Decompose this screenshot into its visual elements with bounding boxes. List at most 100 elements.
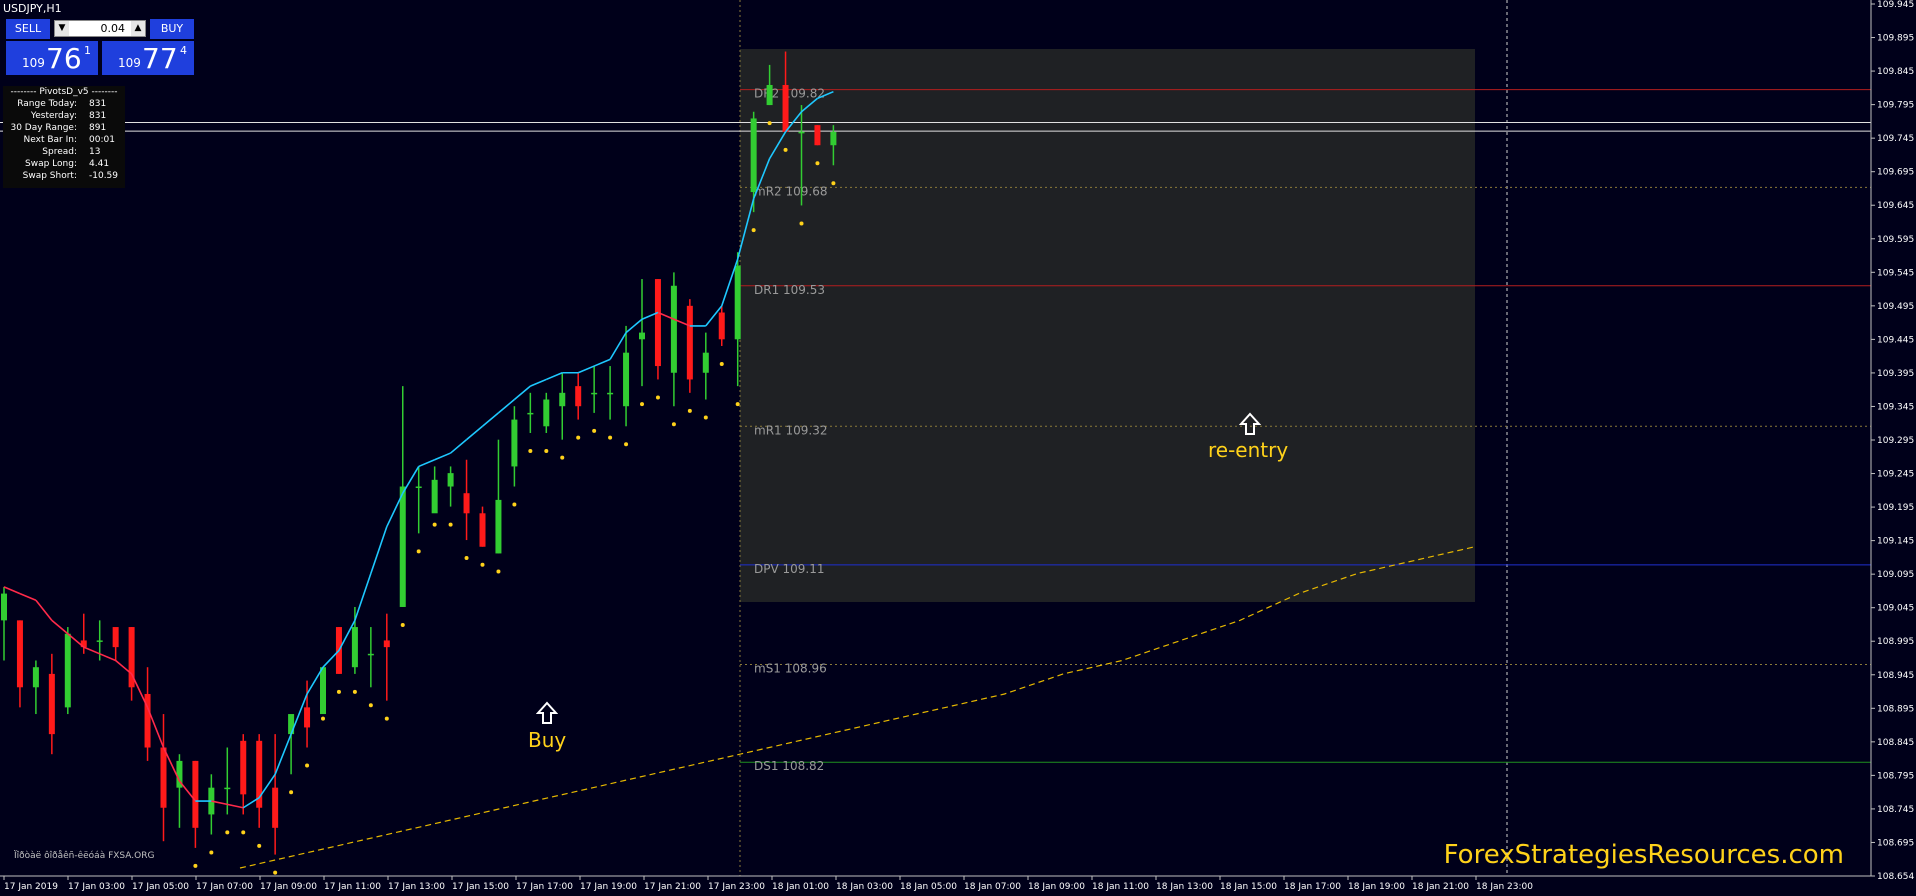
candle-body bbox=[670, 285, 677, 373]
time-tick-label: 17 Jan 07:00 bbox=[196, 882, 253, 892]
moving-average-segment bbox=[513, 385, 531, 401]
time-tick-label: 18 Jan 03:00 bbox=[836, 882, 893, 892]
indicator-dot bbox=[592, 428, 597, 433]
indicator-dot bbox=[815, 161, 820, 166]
indicator-dot bbox=[687, 408, 692, 413]
time-tick-label: 18 Jan 21:00 bbox=[1412, 882, 1469, 892]
sell-price-button[interactable]: 109 76 1 bbox=[6, 41, 98, 75]
price-tick-label: 109.495 bbox=[1877, 302, 1914, 312]
indicator-dot bbox=[336, 689, 341, 694]
candle-body bbox=[32, 667, 39, 688]
sell-button[interactable]: SELL bbox=[6, 19, 50, 39]
buy-price-big: 77 bbox=[142, 42, 178, 75]
moving-average-segment bbox=[450, 439, 468, 454]
indicator-dot bbox=[448, 522, 453, 527]
indicator-dot bbox=[671, 422, 676, 427]
indicator-dot bbox=[783, 147, 788, 152]
pivot-info-row: Next Bar In: 00:01 bbox=[3, 134, 125, 146]
candle-body bbox=[575, 386, 582, 407]
pivot-info-row: Range Today: 831 bbox=[3, 98, 125, 110]
price-tick-label: 109.745 bbox=[1877, 134, 1914, 144]
sell-price-big: 76 bbox=[46, 42, 82, 75]
pivots-info-panel: -------- PivotsD_v5 -------- Range Today… bbox=[3, 86, 125, 188]
up-arrow-icon bbox=[536, 701, 558, 724]
moving-average-segment bbox=[130, 673, 149, 708]
buy-price-sup: 4 bbox=[180, 44, 187, 57]
indicator-dot bbox=[273, 870, 278, 875]
indicator-dot bbox=[432, 522, 437, 527]
price-tick-label: 109.645 bbox=[1877, 201, 1914, 211]
price-tick-label: 108.654 bbox=[1877, 872, 1914, 882]
time-tick-label: 17 Jan 09:00 bbox=[260, 882, 317, 892]
indicator-dot bbox=[209, 850, 214, 855]
pivot-info-value: 831 bbox=[89, 111, 107, 121]
lot-size-input[interactable]: ▼ 0.04 ▲ bbox=[54, 20, 146, 37]
price-tick-label: 109.545 bbox=[1877, 268, 1914, 278]
candle-body bbox=[383, 640, 390, 648]
pivot-label: DS1 108.82 bbox=[754, 759, 824, 773]
pivot-info-key: Swap Long: bbox=[25, 159, 77, 169]
buy-price-prefix: 109 bbox=[118, 56, 141, 70]
indicator-dot bbox=[305, 763, 310, 768]
chart-title: USDJPY,H1 bbox=[3, 2, 62, 15]
price-tick-label: 109.295 bbox=[1877, 436, 1914, 446]
moving-average-segment bbox=[274, 733, 292, 775]
price-tick-label: 108.895 bbox=[1877, 704, 1914, 714]
lot-decrease-icon[interactable]: ▼ bbox=[55, 21, 69, 36]
buy-annotation: Buy bbox=[528, 728, 567, 752]
candle-body bbox=[16, 620, 23, 688]
candle-body bbox=[112, 627, 119, 648]
pivot-info-row: 30 Day Range: 891 bbox=[3, 122, 125, 134]
candle-body bbox=[367, 653, 374, 656]
indicator-dot bbox=[384, 716, 389, 721]
indicator-dot bbox=[496, 569, 501, 574]
moving-average-segment bbox=[466, 425, 484, 441]
one-click-trading-panel: SELL ▼ 0.04 ▲ BUY 109 76 1 109 77 4 bbox=[6, 19, 194, 75]
indicator-dot bbox=[703, 415, 708, 420]
time-tick-label: 17 Jan 21:00 bbox=[644, 882, 701, 892]
pivot-label: DR2 109.82 bbox=[754, 87, 825, 101]
price-chart[interactable]: DR2 109.82 mR2 109.68 DR1 109.53 mR1 109.32… bbox=[0, 0, 1916, 896]
time-tick-label: 18 Jan 17:00 bbox=[1284, 882, 1341, 892]
buy-price-button[interactable]: 109 77 4 bbox=[102, 41, 194, 75]
indicator-dot bbox=[640, 402, 644, 407]
price-tick-label: 109.195 bbox=[1877, 503, 1914, 513]
moving-average-segment bbox=[19, 592, 37, 602]
lot-increase-icon[interactable]: ▲ bbox=[131, 21, 145, 36]
up-arrow-icon bbox=[1239, 412, 1261, 435]
buy-button[interactable]: BUY bbox=[150, 19, 194, 39]
candle-body bbox=[64, 633, 71, 708]
candle-body bbox=[160, 747, 167, 808]
price-tick-label: 108.995 bbox=[1877, 637, 1914, 647]
candle-body bbox=[718, 312, 725, 340]
pivots-info-header: -------- PivotsD_v5 -------- bbox=[10, 87, 118, 97]
indicator-dot bbox=[608, 435, 613, 440]
candle-body bbox=[559, 392, 566, 407]
chart-window[interactable]: DR2 109.82 mR2 109.68 DR1 109.53 mR1 109.32… bbox=[0, 0, 1916, 896]
pivot-info-value: 00:01 bbox=[89, 135, 115, 145]
candle-body bbox=[447, 473, 454, 487]
candle-body bbox=[479, 513, 486, 547]
indicator-dot bbox=[767, 121, 772, 126]
time-tick-label: 18 Jan 07:00 bbox=[964, 882, 1021, 892]
pivot-info-row: Spread: 13 bbox=[3, 146, 125, 158]
price-tick-label: 108.845 bbox=[1877, 738, 1914, 748]
candle-body bbox=[527, 412, 534, 415]
indicator-dot bbox=[576, 435, 581, 440]
moving-average-segment bbox=[497, 398, 515, 414]
indicator-dot bbox=[416, 549, 421, 554]
time-tick-label: 17 Jan 2019 bbox=[4, 882, 58, 892]
candle-body bbox=[654, 279, 661, 367]
price-tick-label: 109.595 bbox=[1877, 235, 1914, 245]
price-tick-label: 109.945 bbox=[1877, 0, 1914, 10]
indicator-dot bbox=[735, 402, 740, 407]
candle-body bbox=[686, 305, 693, 380]
candle-body bbox=[192, 760, 199, 828]
candle-body bbox=[463, 493, 470, 514]
time-tick-label: 18 Jan 15:00 bbox=[1220, 882, 1277, 892]
indicator-dot bbox=[241, 830, 246, 835]
candle-body bbox=[591, 392, 598, 395]
moving-average-segment bbox=[83, 646, 101, 655]
indicator-dot bbox=[560, 455, 565, 460]
moving-average-segment bbox=[370, 526, 388, 574]
